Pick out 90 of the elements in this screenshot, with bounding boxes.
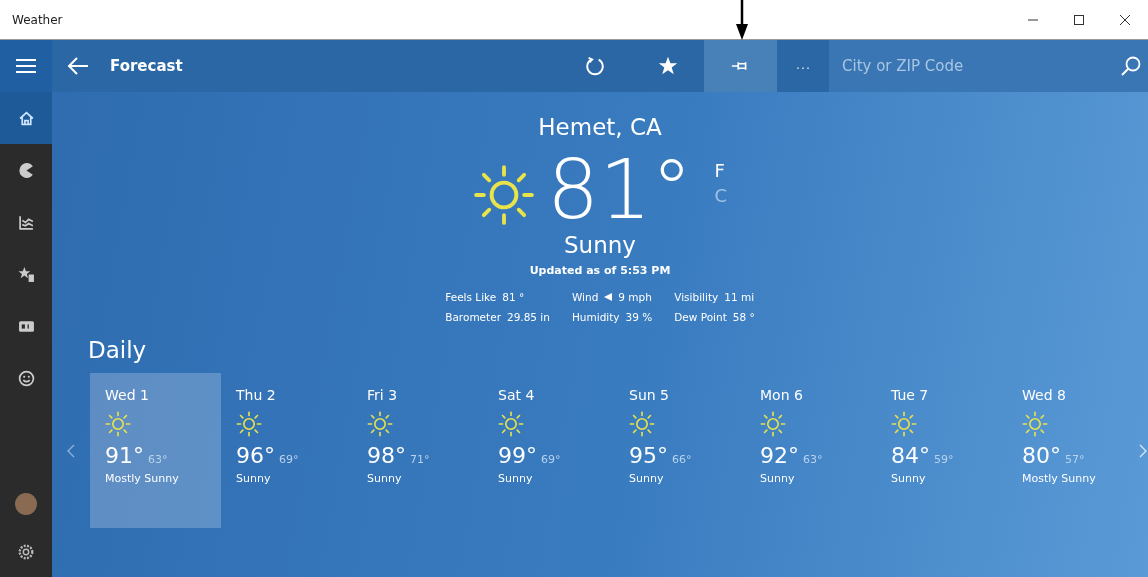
sun-icon — [629, 411, 655, 437]
day-forecast[interactable]: Wed 1 91° 63° Mostly Sunny — [90, 373, 221, 528]
detail-label: Dew Point — [674, 311, 727, 323]
sun-icon — [1022, 411, 1048, 437]
day-forecast[interactable]: Thu 2 96° 69° Sunny — [221, 373, 352, 528]
day-condition: Sunny — [760, 472, 796, 485]
sun-icon — [105, 411, 131, 437]
sidebar-item[interactable] — [0, 92, 52, 144]
high-temperature: 92° — [760, 443, 799, 468]
day-forecast[interactable]: Mon 6 92° 63° Sunny — [745, 373, 876, 528]
day-name: Wed 8 — [1022, 387, 1067, 403]
day-name: Thu 2 — [236, 387, 277, 403]
menu-button[interactable] — [0, 40, 52, 92]
star-icon — [656, 55, 679, 77]
day-condition: Sunny — [498, 472, 534, 485]
chevron-left-icon — [67, 443, 75, 458]
home-icon — [17, 109, 35, 127]
avatar[interactable] — [15, 493, 37, 515]
detail-value: 81 ° — [502, 291, 525, 303]
settings-icon[interactable] — [17, 543, 35, 561]
menu-icon — [15, 57, 37, 75]
day-forecast[interactable]: Tue 7 84° 59° Sunny — [876, 373, 1007, 528]
window-title: Weather — [11, 12, 64, 27]
detail-label: Wind — [571, 291, 599, 303]
high-temperature: 96° — [236, 443, 275, 468]
star-list-icon — [17, 265, 35, 283]
wind-direction-icon — [604, 293, 613, 301]
updated-time: Updated as of 5:53 PM — [529, 264, 671, 277]
day-name: Tue 7 — [891, 387, 930, 403]
detail-value: 58 ° — [732, 311, 755, 323]
day-condition: Sunny — [629, 472, 665, 485]
section-heading: Daily — [88, 337, 148, 363]
day-condition: Mostly Sunny — [105, 472, 180, 485]
sun-icon — [760, 411, 786, 437]
day-condition: Sunny — [891, 472, 927, 485]
detail-label: Humidity — [571, 311, 620, 323]
day-condition: Mostly Sunny — [1022, 472, 1097, 485]
sun-icon — [473, 164, 536, 226]
sun-icon — [891, 411, 917, 437]
day-name: Sun 5 — [629, 387, 670, 403]
location-name: Hemet, CA — [538, 114, 662, 140]
more-button[interactable]: ··· — [777, 40, 829, 92]
day-forecast[interactable]: Wed 8 80° 57° Mostly Sunny — [1007, 373, 1138, 528]
low-temperature: 59° — [934, 453, 954, 466]
low-temperature: 69° — [541, 453, 561, 466]
detail-label: Feels Like — [445, 291, 497, 303]
high-temperature: 91° — [105, 443, 144, 468]
high-temperature: 95° — [629, 443, 668, 468]
detail-label: Visibility — [674, 291, 719, 303]
search-icon[interactable] — [1120, 55, 1142, 77]
sun-icon — [498, 411, 524, 437]
low-temperature: 63° — [803, 453, 823, 466]
day-condition: Sunny — [236, 472, 272, 485]
page-title: Forecast — [110, 57, 184, 75]
unit-toggle[interactable]: C — [714, 185, 727, 206]
high-temperature: 98° — [367, 443, 406, 468]
sun-icon — [367, 411, 393, 437]
day-name: Mon 6 — [760, 387, 804, 403]
close-icon — [1119, 13, 1131, 26]
day-forecast[interactable]: Fri 3 98° 71° Sunny — [352, 373, 483, 528]
pointer-arrow — [735, 0, 749, 40]
unit-toggle[interactable]: F — [714, 160, 727, 181]
low-temperature: 69° — [279, 453, 299, 466]
back-arrow-icon — [66, 56, 90, 76]
low-temperature: 66° — [672, 453, 692, 466]
day-name: Fri 3 — [367, 387, 399, 403]
high-temperature: 80° — [1022, 443, 1061, 468]
day-forecast[interactable]: Sun 5 95° 66° Sunny — [614, 373, 745, 528]
search-field[interactable]: City or ZIP Code — [829, 40, 1148, 92]
refresh-icon — [583, 55, 606, 77]
sun-icon — [236, 411, 262, 437]
detail-label: Barometer — [445, 311, 501, 323]
low-temperature: 71° — [410, 453, 430, 466]
day-name: Sat 4 — [498, 387, 536, 403]
low-temperature: 63° — [148, 453, 168, 466]
low-temperature: 57° — [1065, 453, 1085, 466]
detail-value: 29.85 in — [506, 311, 550, 323]
day-condition: Sunny — [367, 472, 403, 485]
chevron-right-icon — [1139, 443, 1147, 458]
crescent-icon — [17, 161, 35, 179]
smiley-icon — [17, 369, 35, 387]
day-forecast[interactable]: Sat 4 99° 69° Sunny — [483, 373, 614, 528]
high-temperature: 99° — [498, 443, 537, 468]
high-temperature: 84° — [891, 443, 930, 468]
detail-value: 39 % — [625, 311, 653, 323]
maximize-icon — [1073, 13, 1085, 26]
detail-value: 11 mi — [724, 291, 755, 303]
detail-value: 9 mph — [618, 291, 652, 303]
day-name: Wed 1 — [105, 387, 150, 403]
chart-icon — [17, 213, 35, 231]
